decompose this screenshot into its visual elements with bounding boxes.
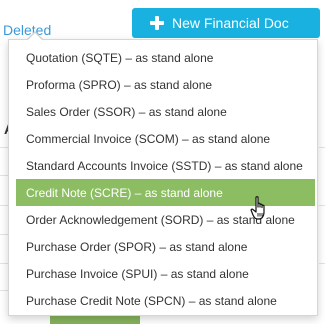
background-green-button: [50, 316, 140, 324]
menu-item-credit-note[interactable]: Credit Note (SCRE) – as stand alone: [16, 179, 315, 206]
row-divider: [319, 205, 325, 206]
new-doc-dropdown-menu: Quotation (SQTE) – as stand alone Profor…: [8, 39, 318, 316]
menu-item-purchase-credit-note[interactable]: Purchase Credit Note (SPCN) – as stand a…: [16, 287, 315, 314]
plus-icon: [150, 16, 164, 30]
menu-item-quotation[interactable]: Quotation (SQTE) – as stand alone: [16, 44, 315, 71]
menu-item-purchase-invoice[interactable]: Purchase Invoice (SPUI) – as stand alone: [16, 260, 315, 287]
row-divider: [319, 263, 325, 264]
menu-item-commercial-invoice[interactable]: Commercial Invoice (SCOM) – as stand alo…: [16, 125, 315, 152]
menu-item-proforma[interactable]: Proforma (SPRO) – as stand alone: [16, 71, 315, 98]
menu-item-order-acknowledgement[interactable]: Order Acknowledgement (SORD) – as stand …: [16, 206, 315, 233]
dropdown-caret-fill: [28, 33, 42, 40]
menu-item-standard-accounts-invoice[interactable]: Standard Accounts Invoice (SSTD) – as st…: [16, 152, 315, 179]
menu-item-sales-order[interactable]: Sales Order (SSOR) – as stand alone: [16, 98, 315, 125]
menu-item-purchase-order[interactable]: Purchase Order (SPOR) – as stand alone: [16, 233, 315, 260]
row-divider: [319, 147, 325, 148]
new-financial-doc-label: New Financial Doc: [172, 15, 289, 31]
new-financial-doc-button[interactable]: New Financial Doc: [132, 8, 320, 38]
